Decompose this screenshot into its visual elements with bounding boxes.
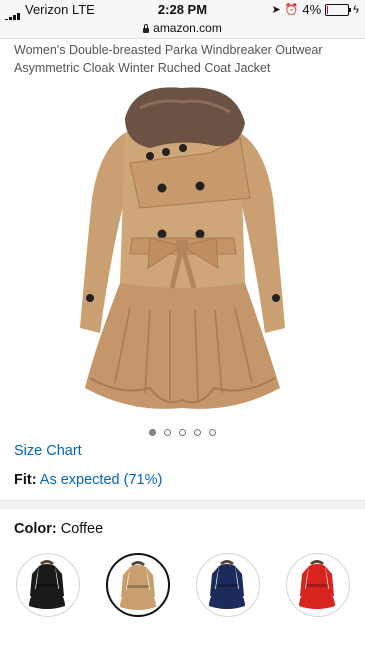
- battery-percent: 4%: [302, 2, 322, 17]
- carousel-dot[interactable]: [164, 429, 171, 436]
- address-bar[interactable]: amazon.com: [0, 20, 365, 39]
- lock-icon: [143, 24, 150, 33]
- color-swatch-black[interactable]: [16, 553, 80, 617]
- fit-row: Fit: As expected (71%): [14, 472, 162, 488]
- size-chart-link[interactable]: Size Chart: [14, 443, 82, 459]
- selected-color: Coffee: [60, 521, 104, 537]
- coat-thumbnail: [299, 560, 335, 609]
- color-swatch-coffee[interactable]: [106, 553, 170, 617]
- coat-thumbnail: [120, 561, 156, 610]
- color-swatch-red[interactable]: [286, 553, 350, 617]
- alarm-icon: ⏰: [284, 4, 299, 16]
- image-carousel-dots[interactable]: [0, 423, 365, 441]
- charging-icon: ϟ: [353, 3, 359, 16]
- coat-thumbnail: [29, 560, 65, 609]
- fit-link[interactable]: As expected (71%): [40, 472, 163, 488]
- carousel-dot[interactable]: [179, 429, 186, 436]
- product-title: Women's Double-breasted Parka Windbreake…: [14, 43, 323, 75]
- status-bar: Verizon LTE 2:28 PM ➤ ⏰ 4% ϟ: [0, 0, 365, 23]
- carousel-dot[interactable]: [194, 429, 201, 436]
- carousel-dot[interactable]: [209, 429, 216, 436]
- coat-image: [80, 87, 285, 409]
- battery-icon: [325, 3, 352, 16]
- location-arrow-icon: ➤: [271, 4, 281, 16]
- color-row: Color: Coffee: [14, 521, 103, 537]
- color-swatch-navy[interactable]: [196, 553, 260, 617]
- product-image-gallery[interactable]: [0, 78, 365, 413]
- coat-thumbnail: [209, 560, 245, 609]
- url-text: amazon.com: [153, 21, 222, 35]
- color-label: Color:: [14, 521, 57, 537]
- fit-label: Fit:: [14, 472, 37, 488]
- carousel-dot[interactable]: [149, 429, 156, 436]
- section-divider: [0, 500, 365, 509]
